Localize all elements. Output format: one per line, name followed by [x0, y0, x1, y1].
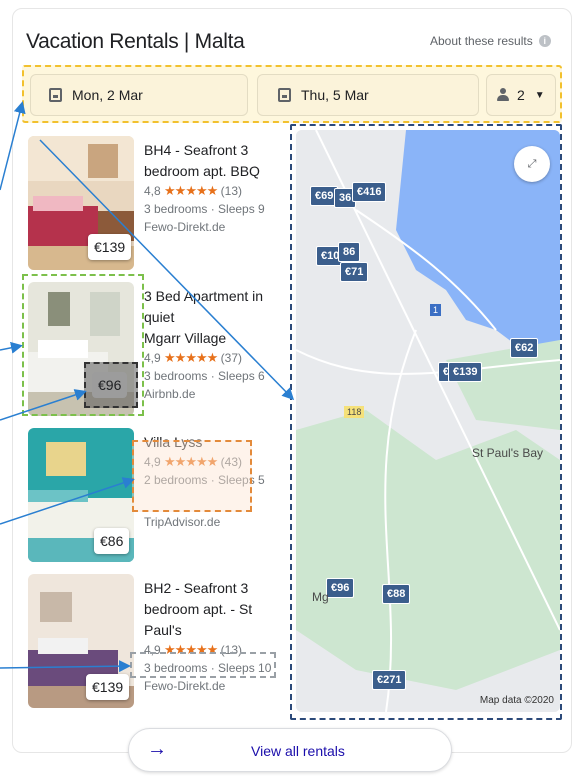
annotation-arrow	[39, 139, 295, 401]
annotation-arrow	[0, 477, 135, 525]
annotation-arrow	[0, 341, 23, 354]
annotation-arrow	[0, 101, 26, 191]
annotation-arrow	[0, 660, 131, 673]
annotation-arrow	[0, 389, 87, 421]
annotation-arrows	[0, 101, 295, 673]
